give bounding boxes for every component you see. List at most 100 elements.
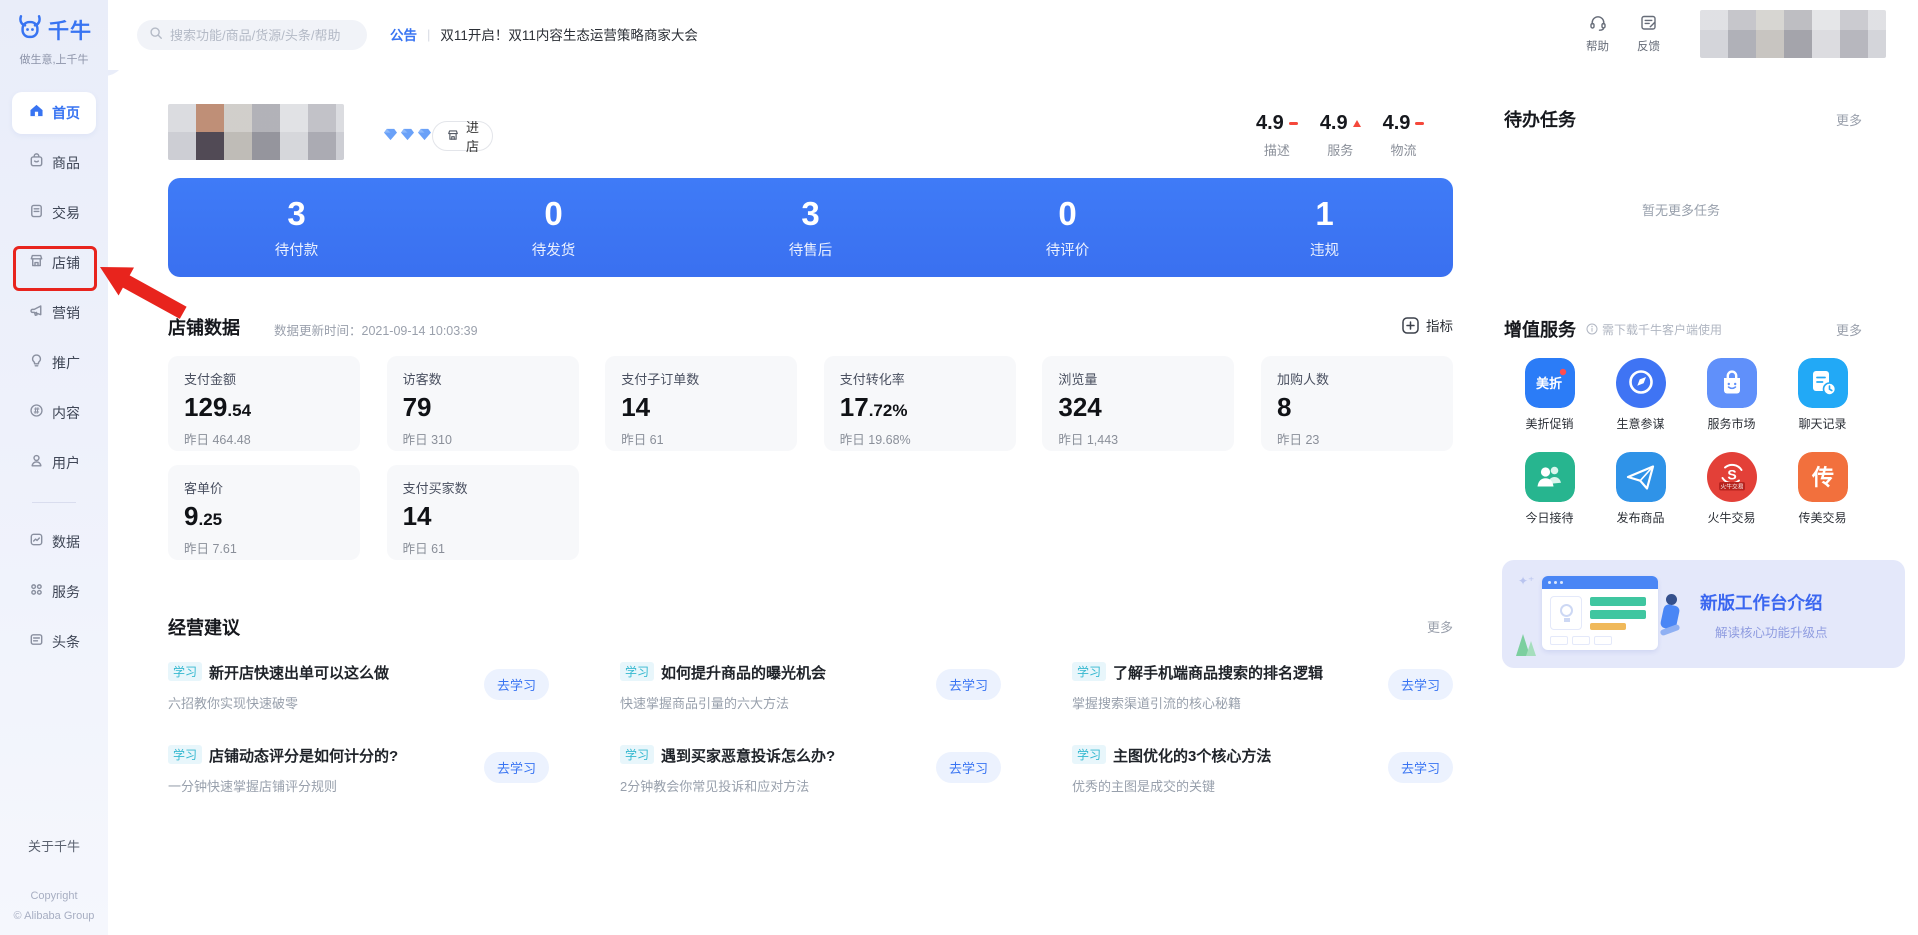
notice-label[interactable]: 公告 [390,24,417,44]
stat-pending-shipment[interactable]: 0 待发货 [425,196,682,260]
copyright-line1: Copyright [0,886,108,906]
stat-violation[interactable]: 1 违规 [1196,196,1453,260]
shop-data-header: 店铺数据 数据更新时间：2021-09-14 10:03:39 指标 [168,314,1453,342]
vas-label: 发布商品 [1616,509,1664,526]
vas-item-chat-history[interactable]: 聊天记录 [1777,358,1868,432]
sidebar-item-label: 商品 [52,153,80,173]
vas-note: 需下载千牛客户端使用 [1586,321,1836,338]
store-rating-diamonds [383,128,432,141]
trend-flat-icon [1415,122,1424,126]
today-reception-people-icon [1525,452,1575,502]
sidebar-item-marketing[interactable]: 营销 [0,288,108,338]
metric-value: 129 [184,392,227,422]
vas-item-huoniu-trade[interactable]: S 火牛交易 火牛交易 [1686,452,1777,526]
rating-logistics: 4.9 物流 [1383,112,1425,159]
suggestion-item[interactable]: 学习遇到买家恶意投诉怎么办? 2分钟教会你常见投诉和应对方法 去学习 [620,745,1001,795]
stat-pending-payment[interactable]: 3 待付款 [168,196,425,260]
suggestion-title: 新开店快速出单可以这么做 [209,665,389,682]
suggestion-item[interactable]: 学习了解手机端商品搜索的排名逻辑 掌握搜索渠道引流的核心秘籍 去学习 [1072,662,1453,712]
person-icon [28,452,45,474]
vas-item-service-market[interactable]: 服务市场 [1686,358,1777,432]
todo-title: 待办任务 [1504,106,1576,132]
vas-item-sycm[interactable]: 生意参谋 [1595,358,1686,432]
promo-illustration: ✦⁺ [1516,570,1688,658]
search-box[interactable] [137,20,367,50]
sidebar-item-data[interactable]: 数据 [0,517,108,567]
sidebar-item-content[interactable]: 内容 [0,388,108,438]
go-learn-button[interactable]: 去学习 [1388,752,1453,783]
sidebar-item-label: 用户 [52,453,80,473]
promo-banner[interactable]: ✦⁺ 新版工作台介绍 解读核心功能升级点 [1502,560,1905,668]
about-qianniu-link[interactable]: 关于千牛 [0,836,108,855]
vas-item-meizhe[interactable]: 美折 美折促销 [1504,358,1595,432]
rating-value: 4.9 [1256,112,1284,135]
sidebar-nav: 首页 商品 交易 店铺 [0,88,108,667]
suggestions-grid: 学习新开店快速出单可以这么做 六招教你实现快速破零 去学习 学习如何提升商品的曝… [168,662,1453,795]
vas-label: 火牛交易 [1707,509,1755,526]
sidebar-item-home[interactable]: 首页 [0,88,108,138]
go-learn-button[interactable]: 去学习 [484,752,549,783]
metric-card-avg-order-value[interactable]: 客单价 9.25 昨日 7.61 [168,465,360,560]
vas-item-chuanmei-trade[interactable]: 传 传美交易 [1777,452,1868,526]
vas-item-publish-product[interactable]: 发布商品 [1595,452,1686,526]
blurred-store-name [168,104,344,160]
vas-more-link[interactable]: 更多 [1836,320,1862,339]
publish-product-plane-icon [1616,452,1666,502]
sidebar-item-label: 营销 [52,303,80,323]
hash-circle-icon [28,402,45,424]
app-logo[interactable]: 千牛 做生意,上千牛 [0,14,108,67]
vas-note-text: 需下载千牛客户端使用 [1602,321,1722,338]
stat-value: 1 [1315,196,1333,232]
notice-text[interactable]: 双11开启！双11内容生态运营策略商家大会 [440,24,698,44]
metric-value: 17 [840,392,869,422]
sidebar-item-trade[interactable]: 交易 [0,188,108,238]
sidebar: 千牛 做生意,上千牛 首页 商品 交易 [0,0,108,935]
stat-label: 违规 [1310,239,1339,260]
metric-value: 14 [621,392,650,422]
sidebar-item-label: 首页 [52,103,80,123]
metric-card-conversion-rate[interactable]: 支付转化率 17.72% 昨日 19.68% [824,356,1016,451]
right-panel: 待办任务 更多 暂无更多任务 增值服务 需下载千牛客户端使用 更多 美折 美折促… [1500,0,1880,935]
go-learn-button[interactable]: 去学习 [1388,669,1453,700]
todo-more-link[interactable]: 更多 [1836,110,1862,129]
suggestion-item[interactable]: 学习如何提升商品的曝光机会 快速掌握商品引量的六大方法 去学习 [620,662,1001,712]
metric-card-paying-buyers[interactable]: 支付买家数 14 昨日 61 [387,465,579,560]
vas-item-today-reception[interactable]: 今日接待 [1504,452,1595,526]
suggestion-desc: 优秀的主图是成交的关键 [1072,776,1271,795]
metric-label: 支付转化率 [840,369,1000,388]
suggestion-item[interactable]: 学习店铺动态评分是如何计分的? 一分钟快速掌握店铺评分规则 去学习 [168,745,549,795]
app-tagline: 做生意,上千牛 [0,51,108,67]
sidebar-item-promotion[interactable]: 推广 [0,338,108,388]
bulb-icon [28,352,45,374]
diamond-icon [400,128,415,141]
sidebar-item-user[interactable]: 用户 [0,438,108,488]
learn-badge: 学习 [168,745,202,764]
go-learn-button[interactable]: 去学习 [936,669,1001,700]
suggestion-item[interactable]: 学习新开店快速出单可以这么做 六招教你实现快速破零 去学习 [168,662,549,712]
sidebar-item-service[interactable]: 服务 [0,567,108,617]
metric-card-visitors[interactable]: 访客数 79 昨日 310 [387,356,579,451]
sidebar-item-shop[interactable]: 店铺 [0,238,108,288]
stat-after-sale[interactable]: 3 待售后 [682,196,939,260]
search-input[interactable] [170,28,350,43]
stat-pending-review[interactable]: 0 待评价 [939,196,1196,260]
sidebar-item-label: 内容 [52,403,80,423]
go-learn-button[interactable]: 去学习 [484,669,549,700]
rating-label: 物流 [1391,140,1417,159]
metric-card-sub-orders[interactable]: 支付子订单数 14 昨日 61 [605,356,797,451]
business-advisor-compass-icon [1616,358,1666,408]
sidebar-item-headline[interactable]: 头条 [0,617,108,667]
suggestions-more-link[interactable]: 更多 [1427,617,1453,636]
diamond-icon [383,128,398,141]
go-learn-button[interactable]: 去学习 [936,752,1001,783]
suggestion-item[interactable]: 学习主图优化的3个核心方法 优秀的主图是成交的关键 去学习 [1072,745,1453,795]
metric-card-cart-adds[interactable]: 加购人数 8 昨日 23 [1261,356,1453,451]
sidebar-item-label: 头条 [52,632,80,652]
metric-card-payment-amount[interactable]: 支付金额 129.54 昨日 464.48 [168,356,360,451]
sidebar-item-goods[interactable]: 商品 [0,138,108,188]
suggestion-desc: 快速掌握商品引量的六大方法 [620,693,826,712]
metric-card-page-views[interactable]: 浏览量 324 昨日 1,443 [1042,356,1234,451]
indicator-button[interactable]: 指标 [1402,315,1453,335]
shop-data-updated: 数据更新时间：2021-09-14 10:03:39 [274,320,478,339]
visit-store-button[interactable]: 进店 [432,121,493,151]
